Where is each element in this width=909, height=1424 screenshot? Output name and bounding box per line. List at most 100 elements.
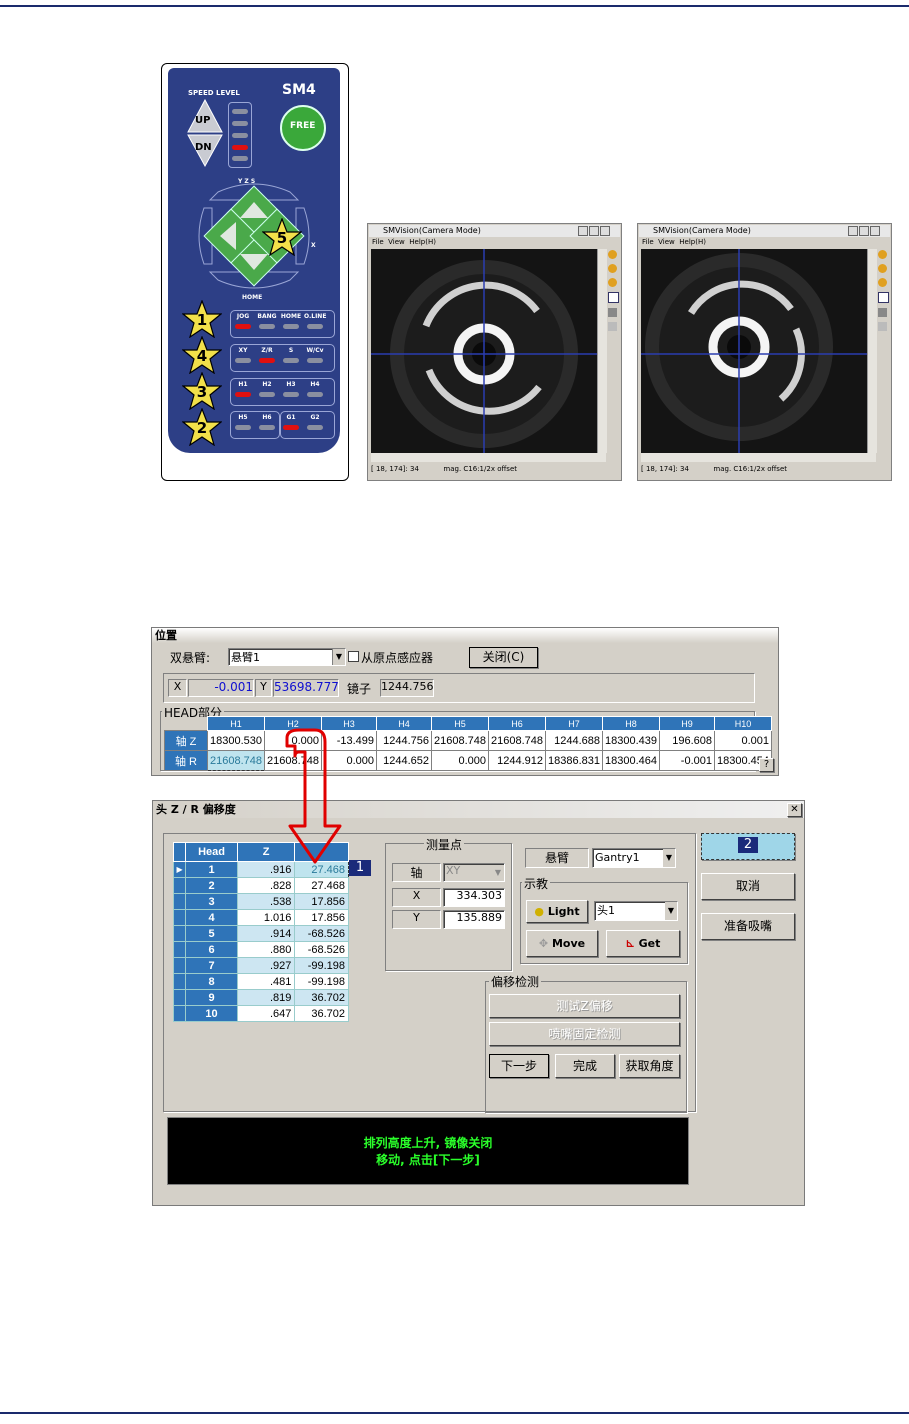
r-value[interactable]: 27.468 <box>294 877 349 894</box>
zoom-out-icon[interactable] <box>608 264 617 273</box>
table-cell[interactable]: 18386.831 <box>545 750 603 771</box>
r-value[interactable]: -99.198 <box>294 973 349 990</box>
z-value[interactable]: .538 <box>236 893 296 910</box>
zoom-out-icon[interactable] <box>878 264 887 273</box>
h4-button[interactable] <box>307 392 323 397</box>
table-row[interactable]: 7.927 -99.198 <box>172 957 349 974</box>
chevron-down-icon[interactable]: ▼ <box>665 902 677 920</box>
axis-select[interactable]: XY ▼ <box>443 863 505 882</box>
zr-button[interactable] <box>259 358 275 363</box>
get-button[interactable]: ⊾ Get <box>606 930 680 957</box>
table-cell[interactable]: 21608.748 <box>431 730 489 751</box>
move-button[interactable]: ✥ Move <box>526 930 598 957</box>
next-step-button[interactable]: 下一步 <box>489 1054 549 1078</box>
menu-view[interactable]: View <box>658 238 675 246</box>
prepare-nozzle-button[interactable]: 准备吸嘴 <box>701 913 795 940</box>
cancel-button[interactable]: 取消 <box>701 873 795 900</box>
gray-square-icon[interactable] <box>878 308 887 317</box>
from-origin-checkbox[interactable] <box>348 651 359 662</box>
arm-select[interactable]: 悬臂1 ▼ <box>228 648 346 666</box>
help-button[interactable]: ? <box>759 758 774 772</box>
oline-button[interactable] <box>307 324 323 329</box>
close-button[interactable] <box>600 226 610 236</box>
table-cell[interactable]: 196.608 <box>659 730 715 751</box>
gray-square-icon[interactable] <box>608 308 617 317</box>
test-z-offset-button[interactable]: 测试Z偏移 <box>489 994 680 1018</box>
horizontal-scrollbar[interactable] <box>641 453 876 462</box>
table-row[interactable]: 4 1.016 17.856 <box>172 909 349 926</box>
settings-icon[interactable] <box>608 322 617 331</box>
table-row[interactable]: 2.828 27.468 <box>172 877 349 894</box>
speed-up-down-button[interactable] <box>186 98 224 168</box>
table-cell[interactable]: 18300.464 <box>602 750 660 771</box>
table-cell[interactable]: 1244.912 <box>488 750 546 771</box>
table-cell-selected[interactable]: 21608.748 <box>207 750 265 771</box>
menu-file[interactable]: File <box>372 238 384 246</box>
table-row[interactable]: 8.481 -99.198 <box>172 973 349 990</box>
maximize-button[interactable] <box>589 226 599 236</box>
nozzle-fixed-detect-button[interactable]: 喷嘴固定检测 <box>489 1022 680 1046</box>
get-angle-button[interactable]: 获取角度 <box>619 1054 680 1078</box>
bang-button[interactable] <box>259 324 275 329</box>
h2-button[interactable] <box>259 392 275 397</box>
menu-view[interactable]: View <box>388 238 405 246</box>
table-cell[interactable]: 1244.756 <box>376 730 432 751</box>
table-row[interactable]: 9.819 36.702 <box>172 989 349 1006</box>
z-value[interactable]: .880 <box>236 941 296 958</box>
r-value[interactable]: 36.702 <box>294 1005 349 1022</box>
z-value[interactable]: .481 <box>236 973 296 990</box>
horizontal-scrollbar[interactable] <box>371 453 606 462</box>
x-value-field[interactable]: 334.303 <box>443 888 505 907</box>
table-row[interactable]: 10.647 36.702 <box>172 1005 349 1022</box>
z-value[interactable]: .819 <box>236 989 296 1006</box>
head-select[interactable]: 头1 ▼ <box>594 901 678 921</box>
z-value[interactable]: .647 <box>236 1005 296 1022</box>
table-cell[interactable]: -0.001 <box>659 750 715 771</box>
r-value[interactable]: 17.856 <box>294 893 349 910</box>
maximize-button[interactable] <box>859 226 869 236</box>
vertical-scrollbar[interactable] <box>867 249 877 453</box>
z-value[interactable]: .828 <box>236 877 296 894</box>
z-value[interactable]: 1.016 <box>236 909 296 926</box>
jog-button[interactable] <box>235 324 251 329</box>
wcv-button[interactable] <box>307 358 323 363</box>
y-value-field[interactable]: 135.889 <box>443 910 505 929</box>
zoom-in-icon[interactable] <box>608 250 617 259</box>
zoom-in-icon[interactable] <box>878 250 887 259</box>
h5-button[interactable] <box>235 425 251 430</box>
light-button[interactable]: ● Light <box>526 900 588 923</box>
settings-icon[interactable] <box>878 322 887 331</box>
r-value[interactable]: -68.526 <box>294 941 349 958</box>
s-button[interactable] <box>283 358 299 363</box>
chevron-down-icon[interactable]: ▼ <box>663 849 675 867</box>
table-cell[interactable]: 18300.439 <box>602 730 660 751</box>
r-value[interactable]: -99.198 <box>294 957 349 974</box>
table-cell[interactable]: 1244.688 <box>545 730 603 751</box>
table-row[interactable]: 3.538 17.856 <box>172 893 349 910</box>
minimize-button[interactable] <box>578 226 588 236</box>
menu-help[interactable]: Help(H) <box>409 238 436 246</box>
table-row[interactable]: 6.880 -68.526 <box>172 941 349 958</box>
chevron-down-icon[interactable]: ▼ <box>332 649 345 665</box>
close-position-button[interactable]: 关闭(C) <box>469 647 538 668</box>
zoom-fit-icon[interactable] <box>878 278 887 287</box>
done-button[interactable]: 完成 <box>555 1054 615 1078</box>
close-icon[interactable]: ✕ <box>787 803 802 817</box>
chevron-down-icon[interactable]: ▼ <box>492 864 504 881</box>
confirm-button[interactable]: 2 <box>701 833 795 860</box>
window-icon[interactable] <box>608 292 619 303</box>
g2-button[interactable] <box>307 425 323 430</box>
r-value[interactable]: -68.526 <box>294 925 349 942</box>
h3-button[interactable] <box>283 392 299 397</box>
table-cell[interactable]: 18300.530 <box>207 730 265 751</box>
table-row[interactable]: 5.914 -68.526 <box>172 925 349 942</box>
close-button[interactable] <box>870 226 880 236</box>
table-cell[interactable]: 1244.652 <box>376 750 432 771</box>
gantry-select[interactable]: Gantry1 ▼ <box>592 848 676 868</box>
h6-button[interactable] <box>259 425 275 430</box>
z-value[interactable]: .927 <box>236 957 296 974</box>
r-value[interactable]: 36.702 <box>294 989 349 1006</box>
table-cell[interactable]: 0.001 <box>714 730 772 751</box>
z-value[interactable]: .914 <box>236 925 296 942</box>
minimize-button[interactable] <box>848 226 858 236</box>
